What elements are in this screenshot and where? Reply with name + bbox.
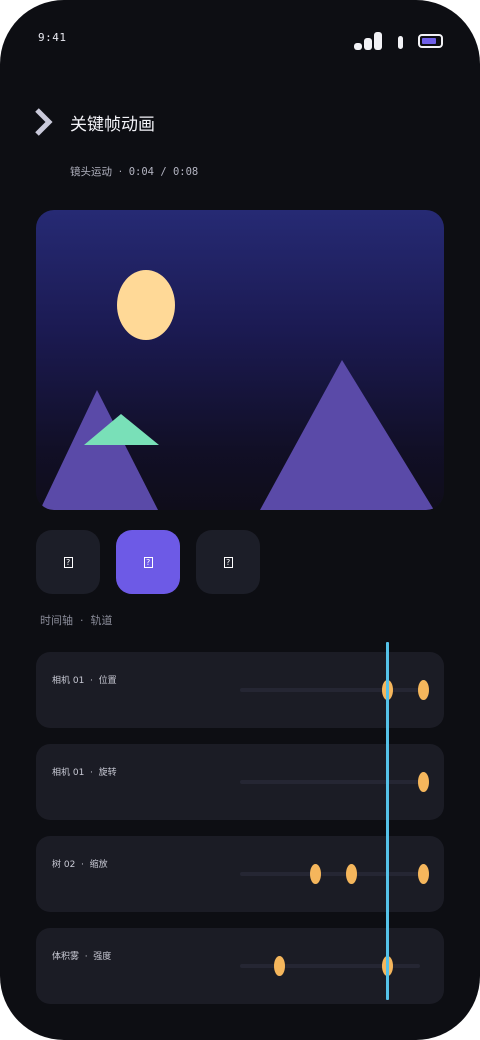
tool-button-3[interactable]: ? bbox=[196, 530, 260, 594]
tool-button-2[interactable]: ? bbox=[116, 530, 180, 594]
page-subtitle: 镜头运动 · 0:04 / 0:08 bbox=[70, 164, 198, 179]
scene-preview[interactable] bbox=[36, 210, 444, 510]
battery-fill bbox=[422, 38, 436, 44]
keyframe-marker[interactable] bbox=[346, 864, 358, 884]
battery-icon bbox=[418, 34, 443, 48]
right-mountain-shape bbox=[260, 360, 434, 510]
track-label: 树 02 · 缩放 bbox=[52, 860, 108, 870]
track-camera-position[interactable]: 相机 01 · 位置 bbox=[36, 652, 444, 728]
page-title: 关键帧动画 bbox=[70, 115, 155, 135]
subtitle-time: 0:04 / 0:08 bbox=[128, 166, 199, 178]
tool-2-icon: ? bbox=[143, 556, 153, 568]
track-fog-intensity[interactable]: 体积雾 · 强度 bbox=[36, 928, 444, 1004]
playhead[interactable] bbox=[386, 642, 390, 1000]
signal-bar-1-icon bbox=[354, 43, 362, 50]
status-time: 9:41 bbox=[38, 31, 67, 44]
signal-bar-2-icon bbox=[364, 38, 372, 50]
track-label: 体积雾 · 强度 bbox=[52, 952, 112, 962]
signal-bar-3-icon bbox=[374, 32, 382, 50]
tool-button-1[interactable]: ? bbox=[36, 530, 100, 594]
keyframe-marker[interactable] bbox=[310, 864, 322, 884]
keyframe-marker[interactable] bbox=[418, 680, 430, 700]
moon-shape bbox=[117, 270, 175, 340]
back-button[interactable] bbox=[28, 106, 60, 138]
keyframe-marker[interactable] bbox=[418, 864, 430, 884]
left-mountain-shape bbox=[40, 390, 158, 510]
keyframe-marker[interactable] bbox=[418, 772, 430, 792]
phone-screen: 9:41 关键帧动画 镜头运动 · 0:04 / 0:08 ? ? ? 时间轴 … bbox=[0, 0, 480, 1040]
track-line bbox=[240, 872, 420, 876]
subtitle-name: 镜头运动 bbox=[70, 166, 112, 178]
chevron-right-icon bbox=[35, 108, 53, 136]
track-label: 相机 01 · 旋转 bbox=[52, 768, 117, 778]
timeline-section-label: 时间轴 · 轨道 bbox=[40, 614, 113, 627]
track-line bbox=[240, 780, 420, 784]
tool-1-icon: ? bbox=[63, 556, 73, 568]
track-camera-rotation[interactable]: 相机 01 · 旋转 bbox=[36, 744, 444, 820]
tool-3-icon: ? bbox=[223, 556, 233, 568]
wifi-icon bbox=[398, 36, 403, 49]
keyframe-marker[interactable] bbox=[274, 956, 286, 976]
subtitle-separator: · bbox=[118, 166, 123, 178]
scene-illustration bbox=[40, 270, 434, 510]
track-tree-scale[interactable]: 树 02 · 缩放 bbox=[36, 836, 444, 912]
track-label: 相机 01 · 位置 bbox=[52, 676, 117, 686]
